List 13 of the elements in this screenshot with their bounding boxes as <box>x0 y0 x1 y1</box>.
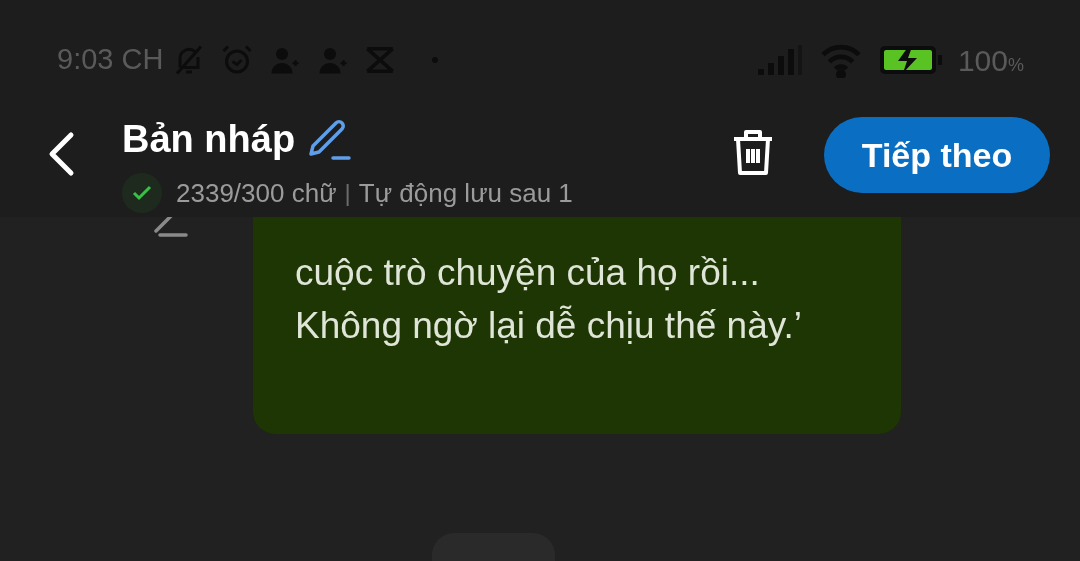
draft-title: Bản nháp <box>122 120 296 158</box>
saved-check-icon <box>122 173 162 213</box>
battery-percent-sign: % <box>1008 54 1024 77</box>
word-count: 2339/300 chữ <box>176 176 337 210</box>
battery-percent: 100 <box>957 42 1008 79</box>
charging-battery-icon <box>877 44 944 76</box>
status-time: 9:03 CH <box>57 42 164 78</box>
separator: | <box>344 178 351 208</box>
next-button[interactable]: Tiếp theo <box>824 117 1050 193</box>
autosave-status: Tự động lưu sau 1 <box>358 176 573 210</box>
message-text: cuộc trò chuyện của họ rồi... Không ngờ lại dễ chịu thế này.’ <box>295 251 803 348</box>
back-icon <box>47 131 75 177</box>
pencil-icon[interactable] <box>307 118 354 160</box>
